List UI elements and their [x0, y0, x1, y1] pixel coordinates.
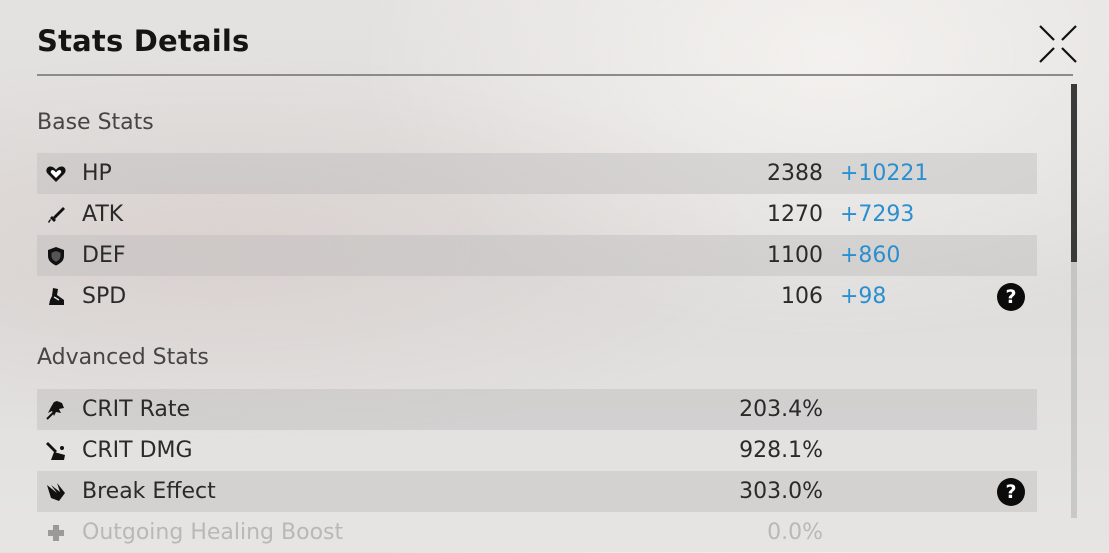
stat-name: CRIT DMG	[82, 438, 193, 463]
close-button[interactable]	[1036, 22, 1080, 66]
stat-row-atk: ATK 1270 +7293	[37, 194, 1037, 235]
help-button[interactable]: ?	[997, 283, 1025, 311]
scrollbar-thumb[interactable]	[1071, 84, 1077, 262]
section-label-advanced-stats: Advanced Stats	[37, 345, 209, 370]
page-title: Stats Details	[37, 24, 250, 58]
stat-name: Outgoing Healing Boost	[82, 520, 344, 545]
crit-dmg-icon	[45, 440, 67, 462]
stat-name: SPD	[82, 284, 127, 309]
stat-row-break-effect: Break Effect 303.0% ?	[37, 471, 1037, 512]
stat-base-value: 106	[781, 284, 823, 309]
boot-icon	[45, 286, 67, 308]
stat-base-value: 1270	[767, 202, 823, 227]
healing-icon	[45, 522, 67, 544]
heart-icon	[45, 163, 67, 185]
stat-bonus-value: +860	[840, 243, 901, 268]
stat-name: Break Effect	[82, 479, 216, 504]
stat-base-value: 2388	[767, 161, 823, 186]
stat-bonus-value: +10221	[840, 161, 929, 186]
stat-row-outgoing-healing-boost: Outgoing Healing Boost 0.0%	[37, 512, 1037, 553]
stat-row-crit-rate: CRIT Rate 203.4%	[37, 389, 1037, 430]
stat-bonus-value: +98	[840, 284, 887, 309]
stat-value: 928.1%	[739, 438, 823, 463]
stat-row-spd: SPD 106 +98 ?	[37, 276, 1037, 317]
stat-name: ATK	[82, 202, 124, 227]
stat-value: 0.0%	[767, 520, 823, 545]
stat-value: 203.4%	[739, 397, 823, 422]
stat-base-value: 1100	[767, 243, 823, 268]
help-button[interactable]: ?	[997, 478, 1025, 506]
stat-row-def: DEF 1100 +860	[37, 235, 1037, 276]
close-x-icon	[1039, 25, 1077, 63]
break-effect-icon	[45, 481, 67, 503]
stat-bonus-value: +7293	[840, 202, 915, 227]
section-label-base-stats: Base Stats	[37, 110, 154, 135]
stat-row-crit-dmg: CRIT DMG 928.1%	[37, 430, 1037, 471]
stat-name: DEF	[82, 243, 126, 268]
stat-row-hp: HP 2388 +10221	[37, 153, 1037, 194]
stat-name: HP	[82, 161, 112, 186]
title-divider	[37, 74, 1073, 76]
stat-value: 303.0%	[739, 479, 823, 504]
sword-icon	[45, 204, 67, 226]
stat-name: CRIT Rate	[82, 397, 191, 422]
crit-rate-icon	[45, 399, 67, 421]
shield-icon	[45, 245, 67, 267]
